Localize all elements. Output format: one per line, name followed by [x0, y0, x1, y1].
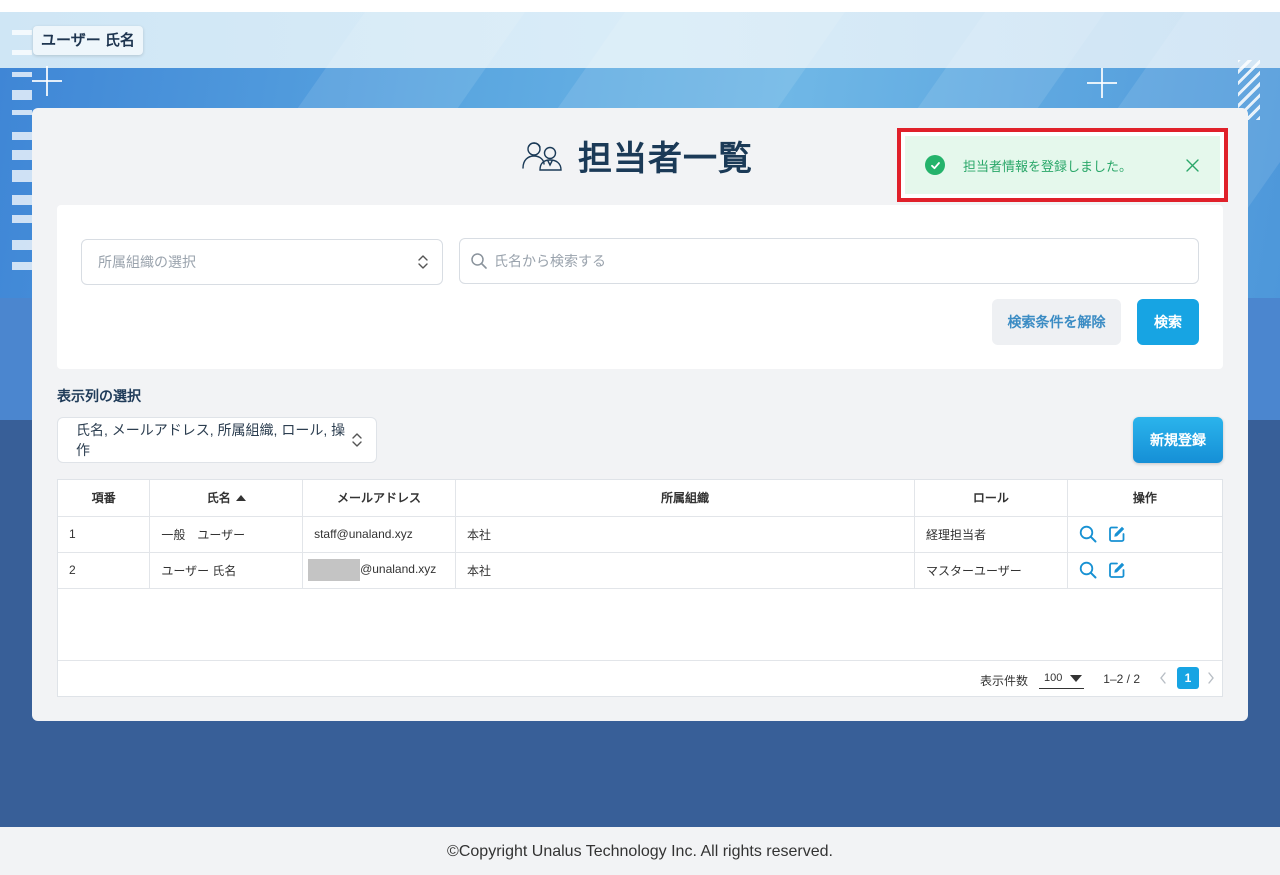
- decor-bar: [12, 50, 32, 55]
- cell-no: 2: [58, 552, 151, 589]
- edit-icon[interactable]: [1108, 561, 1126, 579]
- chevron-left-icon[interactable]: [1158, 671, 1168, 685]
- cell-name: ユーザー 氏名: [149, 552, 304, 589]
- cell-role: 経理担当者: [914, 516, 1068, 553]
- cell-actions: [1067, 552, 1222, 589]
- updown-chevron-icon: [352, 433, 362, 447]
- cell-org: 本社: [455, 516, 916, 553]
- user-name-badge[interactable]: ユーザー 氏名: [33, 26, 143, 55]
- magnifier-icon[interactable]: [1079, 525, 1097, 543]
- cell-name: 一般 ユーザー: [149, 516, 304, 553]
- table-row[interactable]: 1 一般 ユーザー staff@unaland.xyz 本社 経理担当者: [58, 516, 1222, 553]
- table-row[interactable]: 2 ユーザー 氏名 @unaland.xyz 本社 マスターユーザー: [58, 552, 1222, 589]
- cell-email: @unaland.xyz: [302, 552, 456, 589]
- footer: ©Copyright Unalus Technology Inc. All ri…: [0, 827, 1280, 875]
- check-circle-icon: [925, 155, 945, 175]
- decor-bar: [12, 240, 32, 250]
- decor-bar: [12, 262, 32, 270]
- decor-bar: [12, 30, 32, 35]
- page-title-area: 担当者一覧: [520, 132, 753, 178]
- page-number-current[interactable]: 1: [1177, 667, 1199, 689]
- search-icon: [471, 253, 487, 269]
- toast-message: 担当者情報を登録しました。: [963, 158, 1133, 174]
- page-title: 担当者一覧: [578, 139, 753, 178]
- decor-cross: [1087, 68, 1117, 98]
- decor-bar: [12, 110, 32, 115]
- name-search-field[interactable]: [459, 238, 1199, 284]
- header-actions: 操作: [1067, 480, 1222, 517]
- decor-bar: [12, 90, 32, 100]
- header-email[interactable]: メールアドレス: [302, 480, 456, 517]
- cell-actions: [1067, 516, 1222, 553]
- columns-select-value: 氏名, メールアドレス, 所属組織, ロール, 操作: [76, 422, 346, 458]
- decor-cross: [32, 66, 62, 96]
- close-icon[interactable]: [1182, 155, 1202, 175]
- filter-panel: 所属組織の選択 検索条件を解除 検索: [57, 205, 1223, 369]
- cell-org: 本社: [455, 552, 916, 589]
- header-no[interactable]: 項番: [58, 480, 151, 517]
- chevron-right-icon[interactable]: [1206, 671, 1216, 685]
- org-select[interactable]: 所属組織の選択: [81, 239, 443, 285]
- header-name[interactable]: 氏名: [149, 480, 304, 517]
- cell-role: マスターユーザー: [914, 552, 1068, 589]
- rows-per-page-select[interactable]: 100: [1039, 667, 1084, 689]
- org-select-placeholder: 所属組織の選択: [98, 254, 196, 270]
- columns-select-label: 表示列の選択: [57, 388, 141, 404]
- rows-per-page-label: 表示件数: [979, 674, 1028, 688]
- magnifier-icon[interactable]: [1079, 561, 1097, 579]
- top-strip: [0, 0, 1280, 12]
- people-icon: [522, 142, 562, 171]
- decor-bar: [12, 195, 32, 205]
- decor-bar: [12, 150, 32, 160]
- header-org[interactable]: 所属組織: [455, 480, 916, 517]
- updown-chevron-icon: [418, 255, 428, 269]
- success-toast: 担当者情報を登録しました。: [897, 128, 1228, 202]
- cell-no: 1: [58, 516, 151, 553]
- pagination-range: 1–2 / 2: [1103, 672, 1140, 686]
- main-card: 担当者一覧 担当者情報を登録しました。 所属組織の選択 検索条件: [32, 108, 1248, 721]
- name-search-input[interactable]: [494, 253, 1198, 269]
- pagination-bar: 表示件数 100 1–2 / 2 1: [58, 660, 1222, 696]
- new-registration-button[interactable]: 新規登録: [1133, 417, 1223, 463]
- decor-bar: [12, 215, 32, 223]
- toast-body: 担当者情報を登録しました。: [905, 136, 1220, 194]
- edit-icon[interactable]: [1108, 525, 1126, 543]
- staff-table: 項番 氏名 メールアドレス 所属組織 ロール 操作 1 一般 ユーザー staf…: [57, 479, 1223, 697]
- header-role[interactable]: ロール: [914, 480, 1068, 517]
- copyright-text: ©Copyright Unalus Technology Inc. All ri…: [447, 843, 833, 860]
- sort-ascending-icon: [235, 495, 246, 502]
- clear-filters-button[interactable]: 検索条件を解除: [992, 299, 1121, 345]
- columns-select[interactable]: 氏名, メールアドレス, 所属組織, ロール, 操作: [57, 417, 377, 463]
- decor-bar: [12, 72, 32, 77]
- redacted-block: [308, 559, 361, 581]
- rows-per-page-value: 100: [1044, 672, 1063, 684]
- search-button[interactable]: 検索: [1137, 299, 1199, 345]
- table-header-row: 項番 氏名 メールアドレス 所属組織 ロール 操作: [58, 480, 1222, 517]
- cell-email: staff@unaland.xyz: [302, 516, 456, 553]
- decor-bar: [12, 132, 32, 140]
- decor-bar: [12, 170, 32, 182]
- caret-down-icon: [1070, 675, 1082, 682]
